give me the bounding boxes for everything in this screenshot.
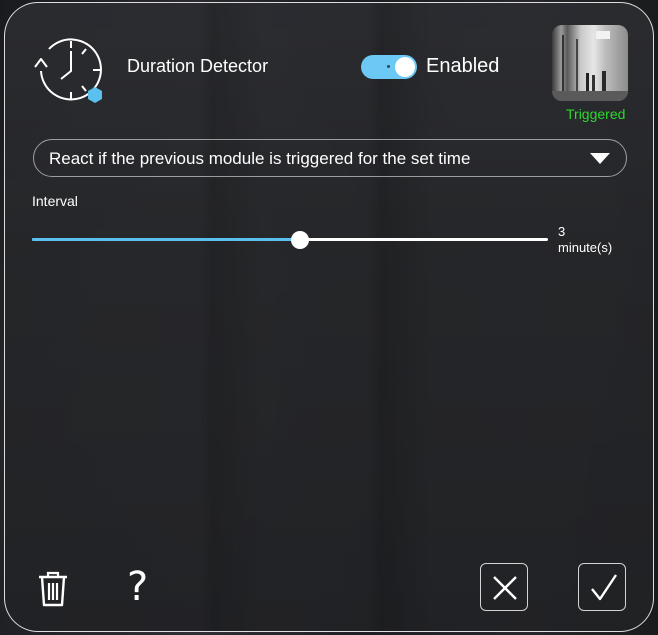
module-settings-panel: Duration Detector Enabled Triggered Reac… [4, 2, 654, 632]
reaction-select-value: React if the previous module is triggere… [49, 149, 471, 168]
confirm-button[interactable] [578, 563, 626, 611]
check-icon [591, 574, 617, 601]
enabled-toggle[interactable] [361, 55, 417, 79]
toggle-label: Enabled [426, 55, 500, 77]
interval-label: Interval [32, 193, 78, 209]
status-badge [88, 87, 102, 103]
slider-fill [32, 238, 301, 241]
close-icon [493, 576, 517, 600]
help-button[interactable]: ? [127, 565, 148, 609]
camera-thumbnail[interactable] [552, 25, 628, 101]
reaction-select[interactable]: React if the previous module is triggere… [33, 139, 627, 177]
cancel-button[interactable] [480, 563, 528, 611]
clock-timer-icon [31, 31, 109, 107]
toggle-knob [395, 57, 415, 77]
chevron-down-icon [590, 153, 610, 164]
trigger-status: Triggered [566, 106, 626, 122]
slider-thumb[interactable] [291, 231, 310, 249]
trash-icon[interactable] [35, 569, 71, 609]
interval-unit: minute(s) [558, 240, 613, 255]
toggle-dot [387, 65, 390, 68]
module-title: Duration Detector [127, 56, 269, 76]
interval-slider[interactable] [32, 228, 548, 252]
interval-number: 3 [558, 224, 566, 239]
interval-value: 3 minute(s) [558, 224, 612, 256]
